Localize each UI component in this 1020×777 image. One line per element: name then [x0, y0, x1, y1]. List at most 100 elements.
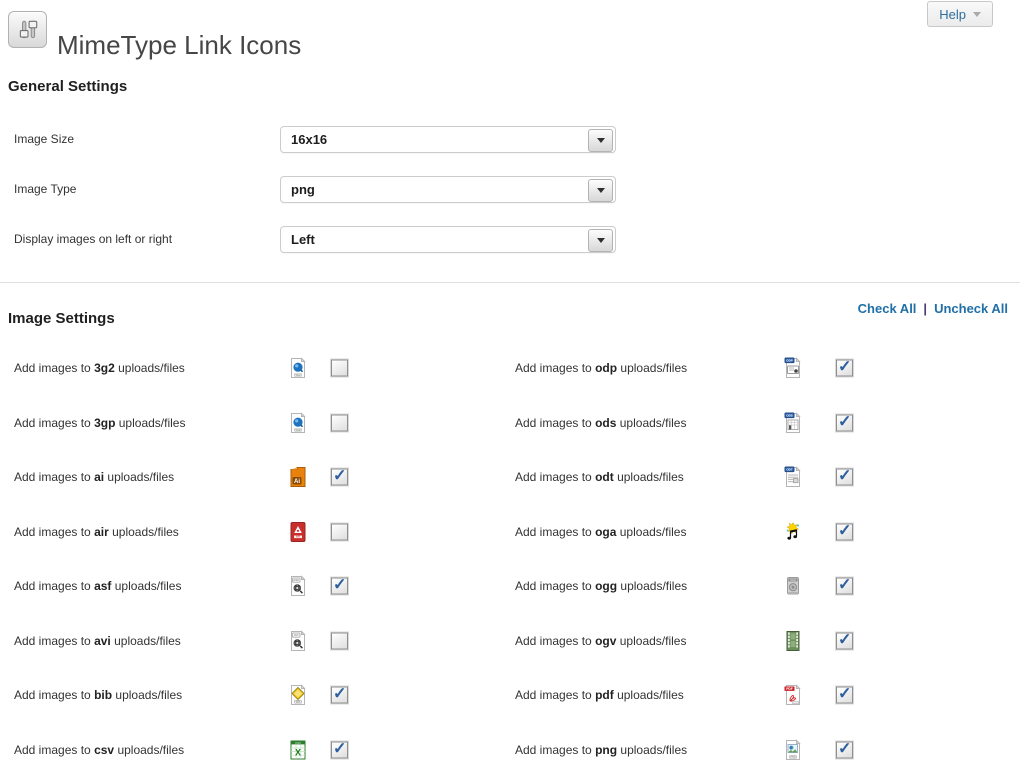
general-settings-heading: General Settings	[8, 78, 127, 95]
png-file-icon: PNG	[783, 739, 803, 761]
section-divider	[0, 282, 1020, 283]
checkbox-asf[interactable]	[331, 578, 348, 595]
image-type-row: Image Type png	[0, 176, 700, 203]
odt-file-icon: ODT	[783, 466, 803, 488]
checkbox-bib[interactable]	[331, 687, 348, 704]
svg-text:AVI: AVI	[294, 633, 299, 637]
image-type-label: Image Type	[14, 176, 76, 203]
image-setting-row: Add images to csv uploads/files CSV X	[14, 723, 374, 777]
svg-text:CSV: CSV	[295, 741, 301, 745]
image-settings-heading: Image Settings	[8, 310, 115, 327]
image-setting-row: Add images to oga uploads/files	[515, 505, 885, 560]
image-settings-column-left: Add images to 3g2 uploads/files 3G2 Add …	[14, 341, 374, 777]
image-row-label: Add images to ogv uploads/files	[515, 634, 686, 648]
image-settings-column-right: Add images to odp uploads/files ODP Add …	[515, 341, 885, 777]
svg-text:X: X	[295, 747, 301, 757]
image-size-select[interactable]: 16x16	[280, 126, 616, 153]
image-row-label: Add images to ai uploads/files	[14, 470, 174, 484]
image-row-label: Add images to bib uploads/files	[14, 688, 182, 702]
image-setting-row: Add images to 3g2 uploads/files 3G2	[14, 341, 374, 396]
svg-text:AIR: AIR	[296, 535, 300, 538]
svg-text:ASF: ASF	[293, 578, 299, 582]
checkbox-png[interactable]	[836, 741, 853, 758]
image-setting-row: Add images to ai uploads/files Ai	[14, 450, 374, 505]
svg-text:ODP: ODP	[786, 359, 793, 363]
image-setting-row: Add images to air uploads/files AIR	[14, 505, 374, 560]
odp-file-icon: ODP	[783, 357, 803, 379]
checkbox-3gp[interactable]	[331, 414, 348, 431]
image-type-select[interactable]: png	[280, 176, 616, 203]
image-setting-row: Add images to 3gp uploads/files 3GP	[14, 396, 374, 451]
display-side-label: Display images on left or right	[14, 226, 172, 253]
display-side-select[interactable]: Left	[280, 226, 616, 253]
image-setting-row: Add images to ogg uploads/files OGG	[515, 559, 885, 614]
checkbox-oga[interactable]	[836, 523, 853, 540]
checkbox-3g2[interactable]	[331, 360, 348, 377]
image-type-select-value: png	[291, 177, 315, 202]
chevron-down-icon	[597, 188, 605, 193]
oga-file-icon	[783, 521, 803, 543]
checkbox-csv[interactable]	[331, 741, 348, 758]
image-row-label: Add images to oga uploads/files	[515, 525, 686, 539]
svg-text:PNG: PNG	[790, 754, 796, 758]
avi-file-icon: AVI	[288, 630, 308, 652]
image-row-label: Add images to ods uploads/files	[515, 416, 686, 430]
image-setting-row: Add images to avi uploads/files AVI	[14, 614, 374, 669]
image-row-label: Add images to odt uploads/files	[515, 470, 684, 484]
3g2-file-icon: 3G2	[288, 357, 308, 379]
image-setting-row: Add images to asf uploads/files ASF	[14, 559, 374, 614]
chevron-down-icon	[597, 138, 605, 143]
svg-text:3GP: 3GP	[295, 428, 300, 432]
link-separator: |	[923, 301, 927, 316]
svg-text:OGG: OGG	[790, 578, 796, 582]
ogg-file-icon: OGG	[783, 575, 803, 597]
svg-text:ODS: ODS	[786, 413, 793, 417]
image-row-label: Add images to csv uploads/files	[14, 743, 184, 757]
checkbox-pdf[interactable]	[836, 687, 853, 704]
image-row-label: Add images to 3gp uploads/files	[14, 416, 185, 430]
display-side-select-arrow-button[interactable]	[588, 229, 613, 252]
image-size-select-arrow-button[interactable]	[588, 129, 613, 152]
checkbox-odt[interactable]	[836, 469, 853, 486]
ogv-file-icon	[783, 630, 803, 652]
image-setting-row: Add images to bib uploads/files BIB	[14, 668, 374, 723]
uncheck-all-link[interactable]: Uncheck All	[934, 301, 1008, 316]
image-row-label: Add images to pdf uploads/files	[515, 688, 684, 702]
svg-text:ODT: ODT	[786, 468, 793, 472]
image-size-label: Image Size	[14, 126, 74, 153]
image-setting-row: Add images to png uploads/files PNG	[515, 723, 885, 777]
sliders-icon	[8, 11, 47, 48]
ods-file-icon: ODS	[783, 412, 803, 434]
image-row-label: Add images to air uploads/files	[14, 525, 179, 539]
image-setting-row: Add images to odt uploads/files ODT	[515, 450, 885, 505]
svg-text:3G2: 3G2	[296, 373, 301, 377]
svg-text:BIB: BIB	[296, 700, 300, 704]
checkbox-ods[interactable]	[836, 414, 853, 431]
image-setting-row: Add images to pdf uploads/files PDF	[515, 668, 885, 723]
check-all-link[interactable]: Check All	[858, 301, 917, 316]
asf-file-icon: ASF	[288, 575, 308, 597]
image-setting-row: Add images to ogv uploads/files	[515, 614, 885, 669]
checkbox-avi[interactable]	[331, 632, 348, 649]
help-button[interactable]: Help	[927, 1, 993, 27]
pdf-file-icon: PDF	[783, 684, 803, 706]
image-row-label: Add images to avi uploads/files	[14, 634, 181, 648]
image-type-select-arrow-button[interactable]	[588, 179, 613, 202]
image-row-label: Add images to 3g2 uploads/files	[14, 361, 185, 375]
image-row-label: Add images to ogg uploads/files	[515, 579, 687, 593]
display-side-row: Display images on left or right Left	[0, 226, 700, 253]
image-size-row: Image Size 16x16	[0, 126, 700, 153]
image-row-label: Add images to png uploads/files	[515, 743, 687, 757]
checkbox-ogg[interactable]	[836, 578, 853, 595]
checkbox-air[interactable]	[331, 523, 348, 540]
image-row-label: Add images to odp uploads/files	[515, 361, 687, 375]
svg-text:Ai: Ai	[294, 479, 300, 485]
page-title: MimeType Link Icons	[57, 30, 301, 61]
checkbox-ogv[interactable]	[836, 632, 853, 649]
bib-file-icon: BIB	[288, 684, 308, 706]
help-button-label: Help	[939, 7, 966, 22]
checkbox-ai[interactable]	[331, 469, 348, 486]
bulk-check-links: Check All | Uncheck All	[858, 301, 1008, 316]
checkbox-odp[interactable]	[836, 360, 853, 377]
image-row-label: Add images to asf uploads/files	[14, 579, 181, 593]
